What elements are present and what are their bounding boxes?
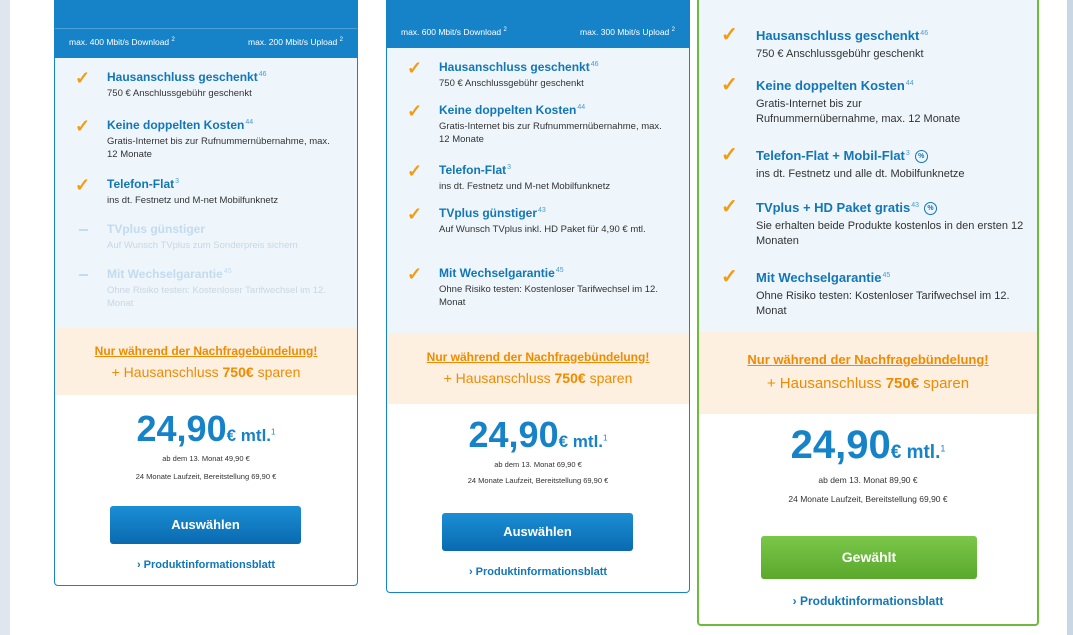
- feature-desc: Gratis-Internet bis zur Rufnummernüberna…: [439, 121, 662, 145]
- scrollbar[interactable]: [1067, 0, 1073, 635]
- check-icon: ✓: [407, 204, 423, 224]
- upload-speed: max. 200 Mbit/s Upload 2: [247, 37, 343, 47]
- feature-list: ✓ Hausanschluss geschenkt46 750 € Anschl…: [387, 48, 689, 333]
- feature-title: Keine doppelten Kosten44: [756, 78, 914, 93]
- check-icon: ✓: [721, 266, 738, 288]
- check-icon: ✓: [407, 264, 423, 284]
- check-icon: ✓: [407, 161, 423, 181]
- price: 24,90€ mtl.1: [468, 414, 608, 455]
- tariff-card-3-selected: ✓ Hausanschluss geschenkt46 750 € Anschl…: [697, 0, 1039, 626]
- price-block: 24,90€ mtl.1: [387, 414, 689, 456]
- feature-title: Mit Wechselgarantie45: [439, 266, 564, 280]
- price-after: ab dem 13. Monat 49,90 €: [162, 454, 250, 463]
- check-icon: ✓: [407, 101, 423, 121]
- price: 24,90€ mtl.1: [790, 423, 946, 467]
- check-icon: ✓: [75, 175, 91, 195]
- feature-desc: Ohne Risiko testen: Kostenloser Tarifwec…: [439, 284, 658, 308]
- feature-desc: ins dt. Festnetz und M-net Mobilfunknetz: [107, 195, 279, 206]
- promo-title: Nur während der Nachfragebündelung!: [94, 344, 318, 358]
- product-info-link[interactable]: › Produktinformationsblatt: [55, 559, 357, 571]
- selected-button[interactable]: Gewählt: [761, 536, 977, 579]
- feature-desc: 750 € Anschlussgebühr geschenkt: [439, 78, 584, 89]
- feature-desc: Auf Wunsch TVplus zum Sonderpreis sicher…: [107, 240, 298, 251]
- feature-list: ✓ Hausanschluss geschenkt46 750 € Anschl…: [55, 58, 357, 328]
- feature-title: Hausanschluss geschenkt46: [107, 70, 267, 84]
- check-icon: ✓: [721, 74, 738, 96]
- upload-speed: max. 300 Mbit/s Upload 2: [579, 26, 675, 37]
- price: 24,90€ mtl.1: [136, 408, 276, 449]
- speed-bar: max. 600 Mbit/s Download 2 max. 300 Mbit…: [387, 0, 689, 48]
- feature-desc: ins dt. Festnetz und M-net Mobilfunknetz: [439, 181, 611, 192]
- contract-term: 24 Monate Laufzeit, Bereitstellung 69,90…: [467, 476, 609, 485]
- feature-title: Telefon-Flat + Mobil-Flat3%: [756, 148, 928, 164]
- feature-desc: Gratis-Internet bis zur Rufnummernüberna…: [107, 136, 330, 160]
- promo-box: Nur während der Nachfragebündelung! + Ha…: [387, 333, 689, 404]
- promo-title: Nur während der Nachfragebündelung!: [747, 352, 989, 367]
- feature-title: Hausanschluss geschenkt46: [439, 60, 599, 74]
- tariff-card-1: max. 400 Mbit/s Download 2 max. 200 Mbit…: [54, 0, 358, 586]
- feature-title: Mit Wechselgarantie45: [756, 270, 891, 285]
- feature-desc: Ohne Risiko testen: Kostenloser Tarifwec…: [107, 285, 326, 309]
- promo-savings: + Hausanschluss 750€ sparen: [443, 370, 633, 386]
- feature-desc: Ohne Risiko testen: Kostenloser Tarifwec…: [756, 290, 1010, 317]
- feature-desc: Auf Wunsch TVplus inkl. HD Paket für 4,9…: [439, 224, 646, 235]
- feature-title: Keine doppelten Kosten44: [439, 103, 586, 117]
- price-after: ab dem 13. Monat 69,90 €: [494, 460, 582, 469]
- check-icon: ✓: [407, 58, 423, 78]
- download-speed: max. 400 Mbit/s Download 2: [69, 37, 175, 47]
- feature-title: Telefon-Flat3: [107, 177, 180, 191]
- check-icon: ✓: [721, 24, 738, 46]
- dash-icon: [79, 274, 88, 276]
- feature-desc: ins dt. Festnetz und alle dt. Mobilfunkn…: [756, 168, 965, 180]
- dash-icon: [79, 229, 88, 231]
- download-speed: max. 600 Mbit/s Download 2: [401, 26, 507, 37]
- promo-savings: + Hausanschluss 750€ sparen: [766, 375, 970, 392]
- feature-title: TVplus + HD Paket gratis43%: [756, 200, 938, 216]
- product-info-link[interactable]: › Produktinformationsblatt: [699, 594, 1037, 608]
- check-icon: ✓: [721, 196, 738, 218]
- promo-box: Nur während der Nachfragebündelung! + Ha…: [699, 332, 1037, 414]
- feature-title: Hausanschluss geschenkt46: [756, 28, 929, 43]
- price-after: ab dem 13. Monat 89,90 €: [818, 475, 918, 485]
- product-info-link[interactable]: › Produktinformationsblatt: [387, 566, 689, 578]
- percent-icon[interactable]: %: [914, 150, 928, 164]
- feature-title: Keine doppelten Kosten44: [107, 118, 254, 132]
- feature-title: TVplus günstiger: [107, 222, 206, 236]
- check-icon: ✓: [75, 116, 91, 136]
- feature-desc: 750 € Anschlussgebühr geschenkt: [756, 48, 924, 60]
- price-block: 24,90€ mtl.1: [699, 423, 1037, 468]
- speed-divider: [55, 28, 357, 29]
- price-block: 24,90€ mtl.1: [55, 408, 357, 450]
- select-button[interactable]: Auswählen: [442, 513, 633, 551]
- feature-desc: Sie erhalten beide Produkte kostenlos in…: [756, 220, 1024, 247]
- promo-savings: + Hausanschluss 750€ sparen: [111, 364, 301, 380]
- feature-title: Mit Wechselgarantie45: [107, 267, 232, 281]
- percent-icon[interactable]: %: [924, 202, 938, 216]
- feature-list: ✓ Hausanschluss geschenkt46 750 € Anschl…: [699, 0, 1037, 332]
- contract-term: 24 Monate Laufzeit, Bereitstellung 69,90…: [788, 494, 948, 504]
- promo-box: Nur während der Nachfragebündelung! + Ha…: [55, 328, 357, 395]
- check-icon: ✓: [75, 68, 91, 88]
- feature-desc: 750 € Anschlussgebühr geschenkt: [107, 88, 252, 99]
- check-icon: ✓: [721, 144, 738, 166]
- contract-term: 24 Monate Laufzeit, Bereitstellung 69,90…: [135, 472, 277, 481]
- feature-title: TVplus günstiger43: [439, 206, 546, 220]
- promo-title: Nur während der Nachfragebündelung!: [426, 350, 650, 364]
- feature-desc: Gratis-Internet bis zur Rufnummernüberna…: [756, 98, 961, 125]
- tariff-card-2: max. 600 Mbit/s Download 2 max. 300 Mbit…: [386, 0, 690, 593]
- select-button[interactable]: Auswählen: [110, 506, 301, 544]
- speed-bar: max. 400 Mbit/s Download 2 max. 200 Mbit…: [55, 0, 357, 58]
- feature-title: Telefon-Flat3: [439, 163, 512, 177]
